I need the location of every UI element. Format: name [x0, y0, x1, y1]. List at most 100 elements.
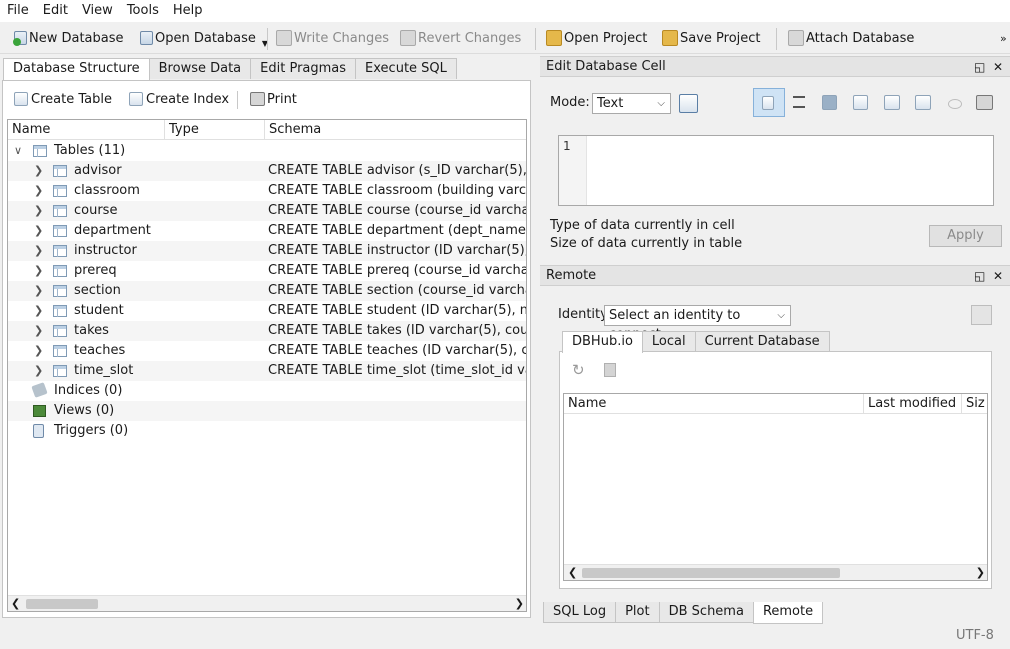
tree-node-tables[interactable]: ∨ Tables (11): [8, 141, 526, 161]
tab-local[interactable]: Local: [641, 331, 696, 352]
save-project-button[interactable]: Save Project: [662, 26, 761, 50]
chevron-right-icon[interactable]: ❯: [34, 241, 44, 261]
open-project-button[interactable]: Open Project: [546, 26, 647, 50]
chevron-right-icon[interactable]: ❯: [34, 181, 44, 201]
tab-db-schema[interactable]: DB Schema: [658, 602, 754, 623]
close-dock-icon[interactable]: ✕: [993, 266, 1003, 286]
cell-editor[interactable]: 1: [558, 135, 994, 206]
mode-select[interactable]: Text ⌵: [592, 93, 671, 114]
chevron-right-icon[interactable]: ❯: [34, 221, 44, 241]
tab-remote[interactable]: Remote: [752, 602, 824, 624]
scroll-thumb[interactable]: [26, 599, 98, 609]
table-row[interactable]: ❯ prereq CREATE TABLE prereq (course_id va…: [8, 261, 526, 281]
tab-sql-log[interactable]: SQL Log: [543, 602, 617, 623]
table-row[interactable]: ❯ course CREATE TABLE course (course_id va…: [8, 201, 526, 221]
table-row[interactable]: ❯ student CREATE TABLE student (ID varchar…: [8, 301, 526, 321]
expanded-chevron-icon[interactable]: ∨: [14, 141, 24, 161]
tab-browse-data[interactable]: Browse Data: [148, 58, 252, 79]
chevron-right-icon[interactable]: ❯: [34, 261, 44, 281]
float-dock-icon[interactable]: ◱: [974, 57, 985, 77]
tab-edit-pragmas[interactable]: Edit Pragmas: [250, 58, 357, 79]
attach-database-icon: [788, 30, 804, 46]
auto-switch-mode-icon[interactable]: [679, 94, 698, 113]
table-row[interactable]: ❯ section CREATE TABLE section (course_id …: [8, 281, 526, 301]
close-dock-icon[interactable]: ✕: [993, 57, 1003, 77]
open-external-icon[interactable]: [915, 95, 931, 110]
column-header-type[interactable]: Type: [165, 120, 265, 140]
chevron-right-icon[interactable]: ❯: [34, 341, 44, 361]
edit-cell-title-bar: Edit Database Cell ◱ ✕: [540, 56, 1010, 77]
menu-edit[interactable]: Edit: [36, 0, 75, 22]
tab-current-database[interactable]: Current Database: [694, 331, 830, 352]
scroll-right-icon[interactable]: ❯: [515, 596, 524, 611]
table-row[interactable]: ❯ takes CREATE TABLE takes (ID varchar(5),…: [8, 321, 526, 341]
tree-node-triggers[interactable]: Triggers (0): [8, 421, 526, 441]
chevron-right-icon[interactable]: ❯: [34, 281, 44, 301]
menu-help[interactable]: Help: [166, 0, 210, 22]
apply-button[interactable]: Apply: [929, 225, 1002, 247]
identity-label: Identity: [558, 307, 608, 322]
open-database-label: Open Database: [155, 30, 256, 46]
identity-settings-icon[interactable]: [971, 305, 992, 325]
column-header-last-modified[interactable]: Last modified: [864, 394, 962, 414]
column-header-size[interactable]: Siz: [962, 394, 987, 414]
set-null-icon[interactable]: [884, 95, 900, 110]
menu-view[interactable]: View: [75, 0, 120, 22]
clone-database-icon[interactable]: [604, 363, 616, 377]
toolbar-overflow-button[interactable]: »: [1000, 26, 1007, 50]
create-table-button[interactable]: Create Table: [14, 90, 112, 108]
new-database-button[interactable]: New Database: [13, 26, 124, 50]
column-header-schema[interactable]: Schema: [265, 120, 526, 140]
table-row[interactable]: ❯ department CREATE TABLE department (dept…: [8, 221, 526, 241]
table-row[interactable]: ❯ classroom CREATE TABLE classroom (buildi…: [8, 181, 526, 201]
write-changes-button[interactable]: Write Changes: [276, 26, 389, 50]
remote-horizontal-scrollbar[interactable]: ❮ ❯: [564, 564, 987, 580]
table-row[interactable]: ❯ advisor CREATE TABLE advisor (s_ID varch…: [8, 161, 526, 181]
chevron-right-icon[interactable]: ❯: [34, 161, 44, 181]
scroll-right-icon[interactable]: ❯: [976, 565, 985, 580]
tree-horizontal-scrollbar[interactable]: ❮ ❯: [8, 595, 526, 611]
open-database-button[interactable]: Open Database ▼: [140, 26, 268, 50]
create-index-button[interactable]: Create Index: [129, 90, 229, 108]
menu-tools[interactable]: Tools: [120, 0, 166, 22]
column-header-name[interactable]: Name: [8, 120, 165, 140]
chevron-right-icon[interactable]: ❯: [34, 201, 44, 221]
export-icon[interactable]: [853, 95, 868, 110]
schema-tree[interactable]: Name Type Schema ∨ Tables (11) ❯ advisor C…: [7, 119, 527, 612]
attach-database-button[interactable]: Attach Database: [788, 26, 914, 50]
scroll-left-icon[interactable]: ❮: [568, 565, 577, 580]
float-dock-icon[interactable]: ◱: [974, 266, 985, 286]
table-name: takes: [74, 323, 109, 338]
tab-execute-sql[interactable]: Execute SQL: [355, 58, 457, 79]
table-row[interactable]: ❯ teaches CREATE TABLE teaches (ID varchar…: [8, 341, 526, 361]
tab-plot[interactable]: Plot: [615, 602, 660, 623]
chevron-right-icon[interactable]: ❯: [34, 321, 44, 341]
identity-select[interactable]: Select an identity to connect ⌵: [604, 305, 791, 342]
write-changes-label: Write Changes: [294, 30, 389, 46]
table-row[interactable]: ❯ instructor CREATE TABLE instructor (ID v…: [8, 241, 526, 261]
word-wrap-icon[interactable]: [793, 96, 805, 108]
table-row[interactable]: ❯ time_slot CREATE TABLE time_slot (time_s…: [8, 361, 526, 381]
column-header-name[interactable]: Name: [564, 394, 864, 414]
menu-file[interactable]: File: [0, 0, 36, 22]
table-name: time_slot: [74, 363, 134, 378]
tab-dbhub[interactable]: DBHub.io: [562, 331, 643, 353]
table-icon: [53, 165, 67, 177]
chevron-right-icon[interactable]: ❯: [34, 361, 44, 381]
scroll-left-icon[interactable]: ❮: [11, 596, 20, 611]
scroll-thumb[interactable]: [582, 568, 840, 578]
tab-database-structure[interactable]: Database Structure: [3, 58, 150, 80]
revert-changes-button[interactable]: Revert Changes: [400, 26, 521, 50]
tree-node-views[interactable]: Views (0): [8, 401, 526, 421]
refresh-icon[interactable]: ↻: [572, 362, 588, 378]
remote-file-list[interactable]: Name Last modified Siz ❮ ❯: [563, 393, 988, 581]
print-button[interactable]: Print: [250, 90, 297, 108]
import-icon[interactable]: [822, 95, 837, 110]
attach-database-label: Attach Database: [806, 30, 915, 46]
tree-node-indices[interactable]: Indices (0): [8, 381, 526, 401]
table-name: instructor: [74, 243, 137, 258]
table-icon: [53, 365, 67, 377]
printer-icon[interactable]: [976, 95, 993, 110]
table-name: teaches: [74, 343, 126, 358]
chevron-right-icon[interactable]: ❯: [34, 301, 44, 321]
